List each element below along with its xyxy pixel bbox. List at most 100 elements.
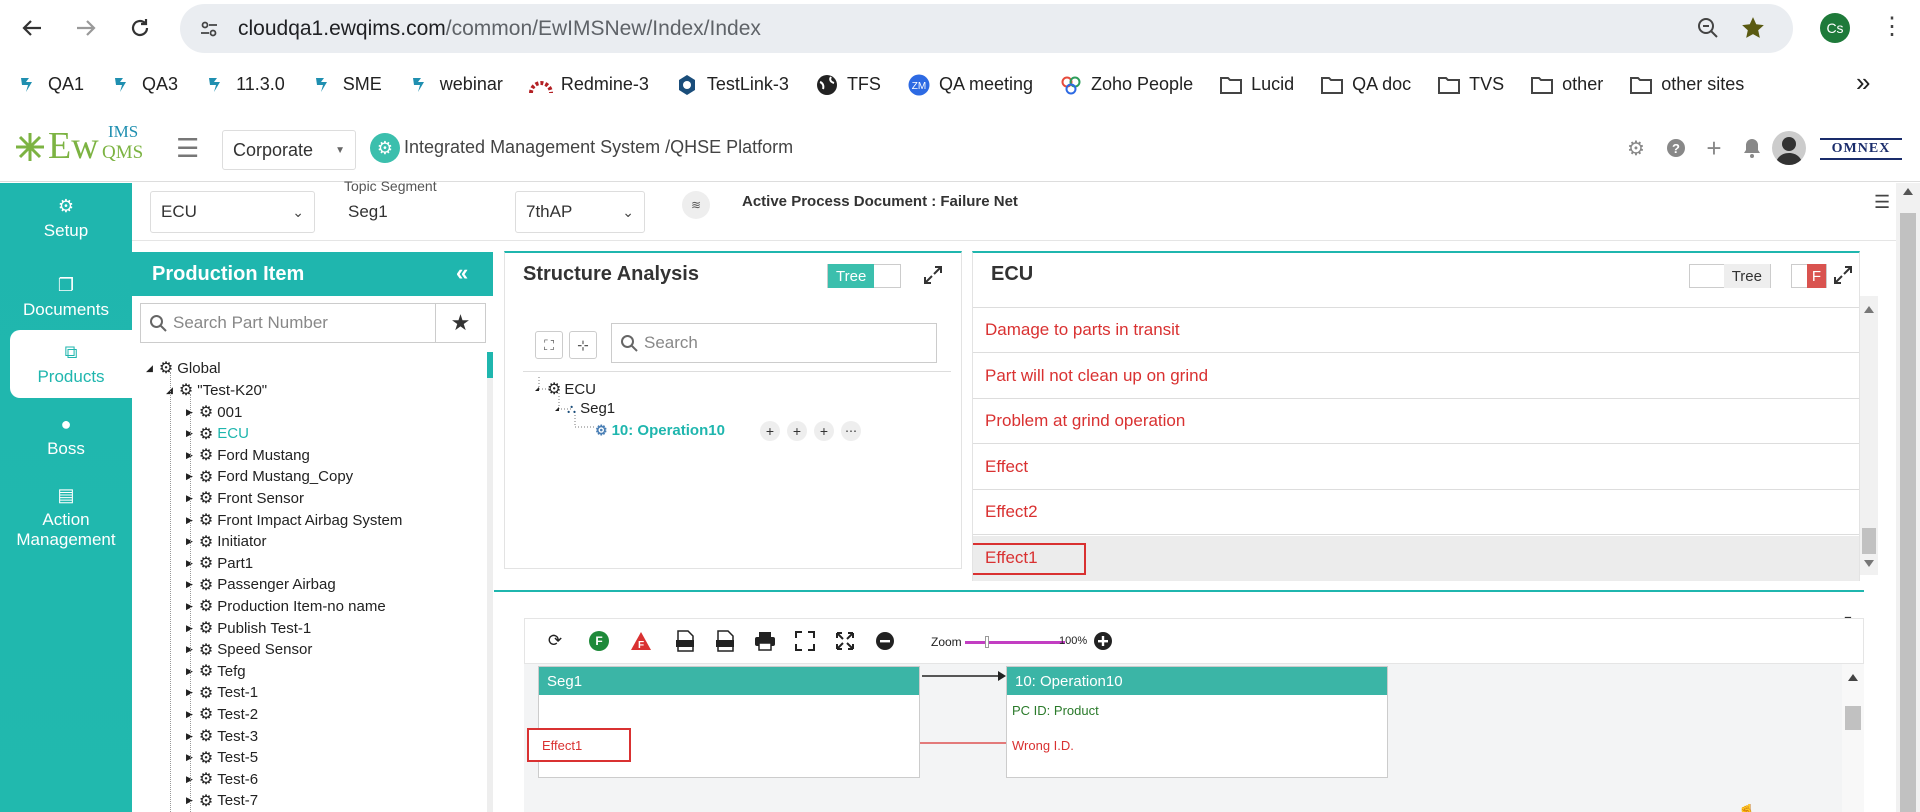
zoom-slider-handle[interactable] — [985, 636, 989, 648]
tree-node-item[interactable]: ▶ ⚙ Test-2 — [186, 704, 258, 724]
zoom-magnifier-icon[interactable] — [1696, 16, 1722, 42]
topic-segment-value[interactable]: Seg1 — [348, 202, 388, 222]
tree-node-item[interactable]: ▶ ⚙ Initiator — [186, 532, 266, 552]
scroll-up-arrow-icon[interactable] — [1864, 306, 1874, 313]
structure-node-ecu[interactable]: ⚙ ECU — [547, 379, 596, 399]
bookmark-qa3[interactable]: QA3 — [110, 73, 178, 97]
tree-node-item[interactable]: ▶ ⚙ Test-5 — [186, 748, 258, 768]
diagram-canvas[interactable]: Seg1 Effect1 10: Operation10 PC ID: Prod… — [524, 664, 1864, 812]
profile-avatar[interactable]: Cs — [1820, 13, 1850, 43]
collapse-all-icon[interactable]: ⊹ — [569, 331, 597, 359]
organization-select[interactable]: Corporate ▼ — [222, 130, 356, 170]
filter-settings-icon[interactable]: ☰ — [1874, 193, 1894, 213]
expand-panel-icon[interactable] — [923, 265, 945, 287]
notification-bell-icon[interactable] — [1740, 136, 1764, 160]
zoom-in-icon[interactable] — [1091, 629, 1115, 653]
operation-box[interactable]: 10: Operation10 PC ID: Product Wrong I.D… — [1006, 666, 1388, 778]
tree-node-global[interactable]: ◢ ⚙ Global — [146, 358, 221, 378]
tree-node-item[interactable]: ▶ ⚙ Test-3 — [186, 726, 258, 746]
seg-effect-highlight[interactable]: Effect1 — [527, 728, 631, 762]
bookmark-tfs[interactable]: TFS — [815, 73, 881, 97]
zoom-out-icon[interactable] — [873, 629, 897, 653]
expand-all-icon[interactable]: ⛶ — [535, 331, 563, 359]
tree-node-item[interactable]: ▶ ⚙ Publish Test-1 — [186, 618, 311, 638]
diagram-scrollbar[interactable] — [1842, 664, 1864, 812]
zoom-slider-track[interactable] — [965, 636, 1065, 648]
ewqims-logo[interactable]: Ew IMS QMS — [12, 122, 157, 172]
collapse-triangle-icon[interactable]: ◢ — [146, 363, 153, 374]
ecu-tree-toggle[interactable]: Tree — [1689, 264, 1771, 288]
more-options-button[interactable]: ⋯ — [841, 421, 861, 441]
tree-node-item[interactable]: ▶ ⚙ Part1 — [186, 553, 253, 573]
tree-node-item[interactable]: ▶ ⚙ Test-6 — [186, 769, 258, 789]
tree-node-item[interactable]: ▶ ⚙ Speed Sensor — [186, 640, 312, 660]
bookmark-webinar[interactable]: webinar — [408, 73, 503, 97]
product-select[interactable]: ECU ⌄ — [150, 191, 315, 233]
tree-node-item[interactable]: ▶ ⚙ Test-7 — [186, 791, 258, 811]
user-avatar[interactable] — [1772, 131, 1806, 165]
tree-node-item[interactable]: ▶ ⚙ 001 — [186, 402, 242, 422]
layers-icon[interactable]: ≋ — [682, 191, 710, 219]
failure-toggle[interactable]: F — [1791, 264, 1827, 288]
nav-documents[interactable]: ❐ Documents — [0, 263, 132, 331]
bookmark-other[interactable]: other — [1530, 73, 1603, 97]
tree-toggle[interactable]: Tree — [827, 264, 901, 288]
ecu-list-item[interactable]: Effect1 — [973, 535, 1859, 581]
collapse-panel-icon[interactable]: « — [456, 260, 468, 286]
fit-screen-icon[interactable] — [793, 629, 817, 653]
reload-button[interactable] — [122, 10, 158, 46]
structure-node-seg1[interactable]: ⛬ Seg1 — [567, 400, 615, 417]
part-number-search[interactable]: Search Part Number — [140, 303, 436, 343]
process-select[interactable]: 7thAP ⌄ — [515, 191, 645, 233]
add-node-button[interactable]: + — [760, 421, 780, 441]
nav-boss[interactable]: ● Boss — [0, 404, 132, 468]
tree-node-group[interactable]: ◢ ⚙ "Test-K20" — [166, 380, 267, 400]
ecu-list-item[interactable]: Effect — [973, 445, 1859, 490]
ecu-list-item[interactable]: Damage to parts in transit — [973, 308, 1859, 353]
browser-menu-icon[interactable]: ⋮ — [1880, 14, 1904, 42]
bookmark-redmine-3[interactable]: Redmine-3 — [528, 73, 649, 97]
tree-node-item[interactable]: ▶ ⚙ Ford Mustang — [186, 445, 310, 465]
failure-mode-label[interactable]: Wrong I.D. — [1012, 738, 1074, 753]
forward-button[interactable] — [68, 10, 104, 46]
page-scrollbar[interactable] — [1896, 183, 1920, 812]
bookmark-other-sites[interactable]: other sites — [1629, 73, 1744, 97]
bookmark-qa-doc[interactable]: QA doc — [1320, 73, 1411, 97]
bookmark-qa1[interactable]: QA1 — [16, 73, 84, 97]
scroll-up-arrow-icon[interactable] — [1848, 674, 1858, 681]
expand-panel-icon[interactable] — [1833, 265, 1855, 287]
platform-gear-icon[interactable]: ⚙ — [370, 133, 400, 163]
address-bar[interactable]: cloudqa1.ewqims.com/common/EwIMSNew/Inde… — [180, 4, 1793, 53]
tree-node-item[interactable]: ▶ ⚙ Front Impact Airbag System — [186, 510, 402, 530]
ecu-list-item[interactable]: Part will not clean up on grind — [973, 354, 1859, 399]
add-node-button[interactable]: + — [814, 421, 834, 441]
failure-red-icon[interactable]: F — [629, 629, 653, 653]
bookmark-zoho-people[interactable]: Zoho People — [1059, 73, 1193, 97]
favorites-star-icon[interactable]: ★ — [436, 303, 486, 343]
bookmark-11-3-0[interactable]: 11.3.0 — [204, 73, 285, 97]
tree-node-item[interactable]: ▶ ⚙ Passenger Airbag — [186, 575, 336, 595]
bookmark-star-icon[interactable] — [1740, 15, 1768, 43]
site-info-icon[interactable] — [194, 14, 224, 44]
tree-scrollbar[interactable] — [487, 352, 493, 812]
scroll-up-arrow-icon[interactable] — [1903, 188, 1913, 195]
ecu-scroll-thumb[interactable] — [1862, 528, 1876, 554]
ecu-list-item[interactable]: Problem at grind operation — [973, 399, 1859, 444]
nav-action-management[interactable]: ▤ Action Management — [0, 472, 132, 562]
tree-node-item[interactable]: ▶ ⚙ Test-1 — [186, 683, 258, 703]
scroll-down-arrow-icon[interactable] — [1864, 560, 1874, 567]
fullscreen-icon[interactable] — [833, 629, 857, 653]
export-png-icon[interactable] — [713, 629, 737, 653]
bookmark-testlink-3[interactable]: TestLink-3 — [675, 73, 789, 97]
help-icon[interactable]: ? — [1664, 136, 1688, 160]
nav-setup[interactable]: ⚙ Setup — [0, 183, 132, 253]
add-icon[interactable]: + — [1702, 133, 1726, 163]
refresh-icon[interactable]: ⟳ — [543, 629, 567, 653]
tree-node-item[interactable]: ▶ ⚙ Front Sensor — [186, 488, 304, 508]
add-node-button[interactable]: + — [787, 421, 807, 441]
structure-search-input[interactable]: Search — [611, 323, 937, 363]
nav-products[interactable]: ⧉ Products — [10, 330, 132, 398]
bookmark-tvs[interactable]: TVS — [1437, 73, 1504, 97]
tree-node-item[interactable]: ▶ ⚙ Ford Mustang_Copy — [186, 467, 353, 487]
tree-node-item[interactable]: ▶ ⚙ Tefg — [186, 661, 246, 681]
